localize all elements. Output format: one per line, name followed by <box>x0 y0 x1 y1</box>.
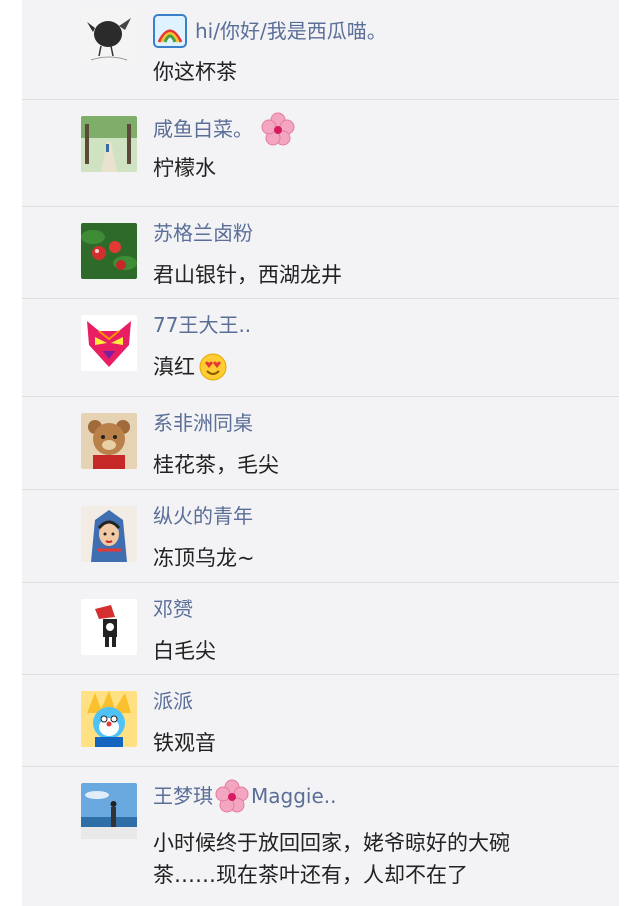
cherry-blossom-icon <box>261 112 295 146</box>
comment-text-line: 小时候终于放回回家，姥爷晾好的大碗 <box>153 831 510 855</box>
commenter-name[interactable]: hi/你好/我是西瓜喵。 <box>153 14 387 48</box>
comment-item: 77王大王.. 滇红 <box>22 299 619 397</box>
comment-item: 王梦琪 Maggie.. 小时候终于放回回家，姥爷晾好的大碗 茶……现在茶叶还有… <box>22 767 619 906</box>
bird-sketch-avatar[interactable] <box>81 10 137 66</box>
comment-text: 你这杯茶 <box>153 60 237 84</box>
comment-text: 白毛尖 <box>153 639 216 663</box>
comment-text-content: 滇红 <box>153 355 195 379</box>
comment-list: hi/你好/我是西瓜喵。 你这杯茶 咸鱼白菜。 柠檬水 苏格兰卤粉 君山银针，西… <box>22 0 619 906</box>
comment-text: 柠檬水 <box>153 156 216 180</box>
cherry-blossom-icon <box>215 779 249 813</box>
cartoon-hero-avatar[interactable] <box>81 691 137 747</box>
painted-figure-avatar[interactable] <box>81 506 137 562</box>
tiger-face-avatar[interactable] <box>81 315 137 371</box>
comment-text: 小时候终于放回回家，姥爷晾好的大碗 茶……现在茶叶还有，人却不在了 <box>153 827 593 891</box>
comment-item: 咸鱼白菜。 柠檬水 <box>22 100 619 207</box>
comment-item: 纵火的青年 冻顶乌龙~ <box>22 490 619 583</box>
commenter-name[interactable]: 纵火的青年 <box>153 502 253 530</box>
tree-path-avatar[interactable] <box>81 116 137 172</box>
commenter-name-text: 咸鱼白菜。 <box>153 117 253 141</box>
comment-text: 滇红 <box>153 351 593 383</box>
commenter-name[interactable]: 派派 <box>153 687 193 715</box>
cartoon-character-avatar[interactable] <box>81 599 137 655</box>
comment-item: hi/你好/我是西瓜喵。 你这杯茶 <box>22 0 619 100</box>
comment-text: 君山银针，西湖龙井 <box>153 263 342 287</box>
commenter-name[interactable]: 苏格兰卤粉 <box>153 219 253 247</box>
commenter-name[interactable]: 邓赟 <box>153 595 193 623</box>
screenshot-frame: hi/你好/我是西瓜喵。 你这杯茶 咸鱼白菜。 柠檬水 苏格兰卤粉 君山银针，西… <box>0 0 640 906</box>
comment-item: 苏格兰卤粉 君山银针，西湖龙井 <box>22 207 619 299</box>
seaside-sky-avatar[interactable] <box>81 783 137 839</box>
commenter-name[interactable]: 咸鱼白菜。 <box>153 112 295 146</box>
rainbow-icon <box>153 14 187 48</box>
commenter-name[interactable]: 系非洲同桌 <box>153 409 253 437</box>
teddy-bear-avatar[interactable] <box>81 413 137 469</box>
commenter-name-part2: Maggie.. <box>251 784 337 808</box>
comment-item: 派派 铁观音 <box>22 675 619 767</box>
comment-text: 桂花茶，毛尖 <box>153 453 279 477</box>
red-berries-avatar[interactable] <box>81 223 137 279</box>
heart-eyes-face-icon <box>199 353 227 381</box>
comment-text: 冻顶乌龙~ <box>153 546 255 570</box>
commenter-name-part1: 王梦琪 <box>153 784 213 808</box>
commenter-name[interactable]: 77王大王.. <box>153 311 251 339</box>
commenter-name-text: hi/你好/我是西瓜喵。 <box>195 19 387 43</box>
comment-item: 系非洲同桌 桂花茶，毛尖 <box>22 397 619 490</box>
comment-text: 铁观音 <box>153 731 216 755</box>
comment-item: 邓赟 白毛尖 <box>22 583 619 675</box>
comment-text-line: 茶……现在茶叶还有，人却不在了 <box>153 863 468 887</box>
commenter-name[interactable]: 王梦琪 Maggie.. <box>153 779 336 813</box>
